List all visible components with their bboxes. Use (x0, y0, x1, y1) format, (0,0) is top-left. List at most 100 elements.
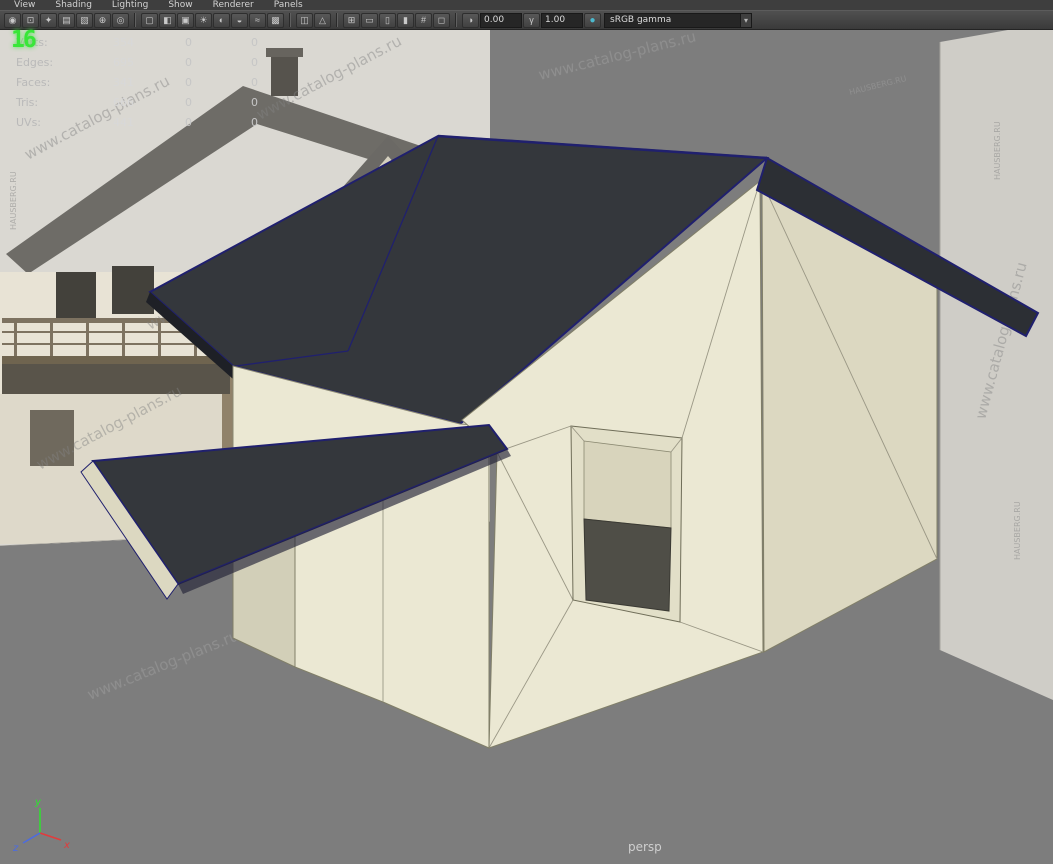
hud-row-label: Tris: (16, 96, 86, 109)
camera-name-label: persp (628, 840, 662, 854)
fps-counter: 16 (11, 27, 35, 53)
hud-row-value: 341 (86, 76, 134, 89)
toolbar-icon-glyph: ▮ (403, 15, 408, 26)
grid-icon[interactable]: ⊞ (343, 13, 360, 28)
hud-row-label: Edges: (16, 56, 86, 69)
resolution-gate-icon[interactable]: ▯ (379, 13, 396, 28)
isolate-select-icon[interactable]: △ (314, 13, 331, 28)
hud-row-col2: 0 (192, 56, 258, 69)
anti-alias-icon[interactable]: ▩ (267, 13, 284, 28)
toolbar-icon-glyph: △ (319, 15, 326, 26)
image-plane-icon[interactable]: ▧ (76, 13, 93, 28)
exposure-field[interactable] (480, 13, 522, 28)
hud-row-col2: 0 (192, 116, 258, 129)
shaded-icon[interactable]: ◧ (159, 13, 176, 28)
toolbar-icon-glyph: ☀ (199, 15, 207, 26)
viewport-3d[interactable]: www.catalog-plans.ru www.catalog-plans.r… (0, 30, 1053, 864)
window-recess-panel[interactable] (584, 441, 671, 528)
exposure-icon[interactable]: ◑ (462, 13, 479, 28)
hud-row-col1: 0 (134, 56, 192, 69)
reference-plane-right[interactable]: HAUSBERG.RU www.catalog-plans.ru HAUSBER… (940, 30, 1053, 700)
maya-viewport-panel: View Shading Lighting Show Renderer Panels ◉ … (0, 0, 1053, 864)
axis-z-label: z (12, 843, 19, 854)
toolbar-group-view: ◉ ⊡ ✦ ▤ ▧ ⊕ ◎ (4, 13, 129, 28)
toolbar-icon-glyph: ◒ (237, 15, 242, 25)
watermark-text-small: HAUSBERG.RU (9, 171, 18, 230)
hud-row: Tris: 666 0 0 (16, 92, 258, 112)
toolbar-icon-glyph: ◎ (117, 15, 125, 26)
toolbar-icon-glyph: ▣ (181, 15, 190, 26)
hud-row-label: UVs: (16, 116, 86, 129)
axis-y-label: y (34, 797, 42, 808)
menu-show[interactable]: Show (168, 0, 192, 10)
ambient-occlusion-icon[interactable]: ◒ (231, 13, 248, 28)
viewport-3d-scene[interactable]: www.catalog-plans.ru www.catalog-plans.r… (0, 30, 1053, 864)
xray-icon[interactable]: ◫ (296, 13, 313, 28)
menu-shading[interactable]: Shading (55, 0, 92, 10)
hud-row-col2: 0 (192, 96, 258, 109)
hud-row: Faces: 341 0 0 (16, 72, 258, 92)
menu-lighting[interactable]: Lighting (112, 0, 148, 10)
bookmarks-icon[interactable]: ▤ (58, 13, 75, 28)
toolbar-icon-glyph: ◐ (219, 15, 224, 25)
toolbar-icon-glyph: ✦ (45, 15, 53, 26)
toolbar-icon-glyph: ◧ (163, 15, 172, 26)
hud-row-col2: 0 (192, 36, 258, 49)
hud-row-value: 695 (86, 56, 134, 69)
toolbar-group-display: ◫ △ (296, 13, 331, 28)
toolbar-icon-glyph: ≈ (255, 15, 260, 25)
gamma-icon-glyph: γ (529, 15, 534, 25)
toolbar-icon-glyph: ⊕ (99, 15, 107, 26)
hud-row: Edges: 695 0 0 (16, 52, 258, 72)
motion-blur-icon[interactable]: ≈ (249, 13, 266, 28)
toolbar-icon-glyph: ▧ (80, 15, 89, 26)
toolbar-icon-glyph: ◫ (300, 15, 309, 26)
toolbar-icon-glyph: # (421, 15, 426, 25)
toolbar-icon-glyph: ⊞ (348, 15, 356, 26)
toolbar-separator (134, 13, 136, 27)
chevron-down-icon: ▾ (740, 14, 751, 27)
heads-up-display: Verts: 354 0 0 Edges: 695 0 0 Faces: 341… (16, 32, 258, 132)
safe-action-icon[interactable]: ◻ (433, 13, 450, 28)
window-opening[interactable] (584, 519, 671, 611)
panel-toolbar: ◉ ⊡ ✦ ▤ ▧ ⊕ ◎ ▢ ◧ ▣ ☀ ◐ ◒ ≈ ▩ ◫ △ ⊞ ▭ (0, 10, 1053, 30)
hud-row-label: Faces: (16, 76, 86, 89)
menu-renderer[interactable]: Renderer (213, 0, 254, 10)
hud-row-col1: 0 (134, 36, 192, 49)
toolbar-icon-glyph: ▢ (145, 15, 154, 26)
camera-attributes-icon[interactable]: ✦ (40, 13, 57, 28)
pan-zoom-icon[interactable]: ⊕ (94, 13, 111, 28)
toolbar-icon-glyph: ▯ (385, 15, 390, 26)
film-gate-icon[interactable]: ▭ (361, 13, 378, 28)
gamma-field[interactable] (541, 13, 583, 28)
gate-mask-icon[interactable]: ▮ (397, 13, 414, 28)
toolbar-icon-glyph: ▭ (365, 15, 374, 26)
hud-row: UVs: 441 0 0 (16, 112, 258, 132)
toolbar-group-gates: ⊞ ▭ ▯ ▮ # ◻ (343, 13, 450, 28)
hud-row-col1: 0 (134, 76, 192, 89)
toolbar-separator (289, 13, 291, 27)
color-management-icon: ● (589, 15, 595, 26)
field-chart-icon[interactable]: # (415, 13, 432, 28)
lights-icon[interactable]: ☀ (195, 13, 212, 28)
toolbar-icon-glyph: ⊡ (27, 15, 35, 26)
view-transform-select[interactable]: sRGB gamma ▾ (604, 13, 752, 28)
toolbar-separator (455, 13, 457, 27)
toolbar-separator (336, 13, 338, 27)
toolbar-icon-glyph: ◻ (438, 15, 445, 26)
menu-panels[interactable]: Panels (274, 0, 303, 10)
gamma-icon[interactable]: γ (523, 13, 540, 28)
toolbar-group-shading: ▢ ◧ ▣ ☀ ◐ ◒ ≈ ▩ (141, 13, 284, 28)
shadows-icon[interactable]: ◐ (213, 13, 230, 28)
select-camera-icon[interactable]: ◉ (4, 13, 21, 28)
oversampling-icon[interactable]: ◎ (112, 13, 129, 28)
lock-camera-icon[interactable]: ⊡ (22, 13, 39, 28)
color-management-button[interactable]: ● (584, 13, 601, 28)
watermark-text-small: HAUSBERG.RU (993, 121, 1002, 180)
hud-row: Verts: 354 0 0 (16, 32, 258, 52)
textured-icon[interactable]: ▣ (177, 13, 194, 28)
toolbar-icon-glyph: ▩ (271, 15, 280, 26)
hud-row-col1: 0 (134, 116, 192, 129)
menu-view[interactable]: View (14, 0, 35, 10)
wireframe-icon[interactable]: ▢ (141, 13, 158, 28)
